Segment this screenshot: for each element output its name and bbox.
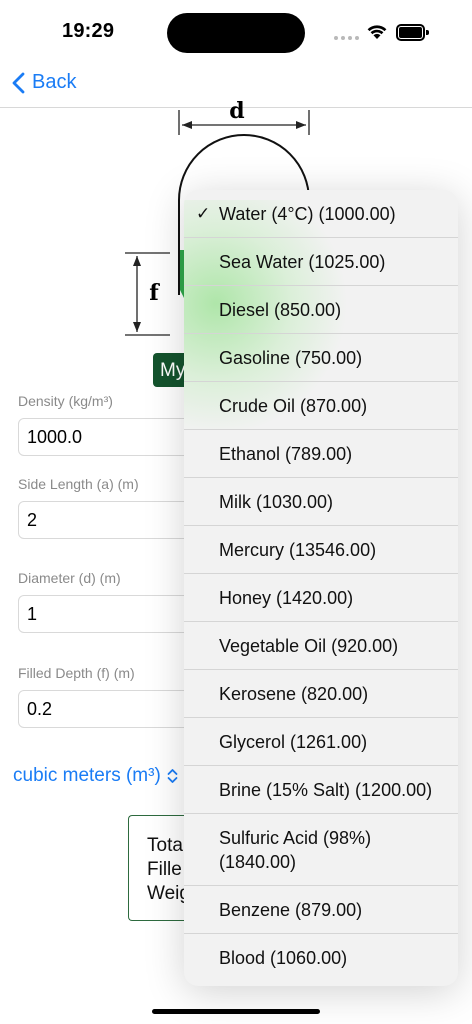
side-length-label: Side Length (a) (m): [18, 476, 139, 492]
units-label: cubic meters (m³): [13, 765, 161, 786]
menu-item-label: Sea Water (1025.00): [219, 251, 386, 272]
back-label: Back: [32, 71, 77, 93]
battery-icon: [396, 24, 429, 41]
checkmark-icon: ✓: [196, 203, 211, 223]
filled-depth-label: Filled Depth (f) (m): [18, 665, 135, 681]
diagram-label-f: f: [149, 280, 160, 306]
menu-item[interactable]: Sulfuric Acid (98%) (1840.00): [184, 814, 458, 886]
menu-item[interactable]: Brine (15% Salt) (1200.00): [184, 766, 458, 814]
back-button[interactable]: Back: [12, 71, 76, 94]
diagram-label-d: d: [229, 100, 244, 124]
menu-item-label: Brine (15% Salt) (1200.00): [219, 779, 433, 800]
menu-item-label: Diesel (850.00): [219, 299, 342, 320]
dynamic-island: [167, 13, 305, 53]
menu-item[interactable]: Benzene (879.00): [184, 886, 458, 934]
menu-item[interactable]: Milk (1030.00): [184, 478, 458, 526]
menu-item[interactable]: Sea Water (1025.00): [184, 238, 458, 286]
status-time: 19:29: [62, 20, 115, 42]
menu-item[interactable]: Kerosene (820.00): [184, 670, 458, 718]
menu-item[interactable]: Mercury (13546.00): [184, 526, 458, 574]
menu-item-label: Gasoline (750.00): [219, 347, 363, 368]
my-button-label: My: [160, 360, 186, 381]
cellular-signal-icon: [334, 36, 360, 42]
diameter-label: Diameter (d) (m): [18, 570, 121, 586]
menu-item[interactable]: Blood (1060.00): [184, 934, 458, 982]
menu-item-label: Crude Oil (870.00): [219, 395, 368, 416]
menu-item[interactable]: Glycerol (1261.00): [184, 718, 458, 766]
menu-item[interactable]: Ethanol (789.00): [184, 430, 458, 478]
menu-item[interactable]: Gasoline (750.00): [184, 334, 458, 382]
menu-item[interactable]: ✓ Water (4°C) (1000.00): [184, 190, 458, 238]
menu-item[interactable]: Vegetable Oil (920.00): [184, 622, 458, 670]
menu-item-label: Blood (1060.00): [219, 948, 348, 968]
menu-item[interactable]: Diesel (850.00): [184, 286, 458, 334]
menu-item-label: Water (4°C) (1000.00): [219, 203, 396, 224]
home-indicator: [152, 1009, 320, 1014]
menu-item-label: Honey (1420.00): [219, 587, 354, 608]
menu-item-label: Vegetable Oil (920.00): [219, 635, 399, 656]
menu-item-label: Mercury (13546.00): [219, 539, 377, 560]
wifi-icon: [367, 25, 387, 39]
menu-item-label: Glycerol (1261.00): [219, 731, 368, 752]
menu-item-label: Ethanol (789.00): [219, 443, 353, 464]
chevron-up-down-icon: [167, 769, 178, 783]
density-label: Density (kg/m³): [18, 393, 113, 409]
chevron-left-icon: [12, 72, 25, 93]
menu-item-label: Milk (1030.00): [219, 491, 334, 512]
fluid-dropdown-menu: ✓ Water (4°C) (1000.00) Sea Water (1025.00…: [184, 190, 458, 986]
status-bar: 19:29: [0, 0, 472, 62]
menu-item[interactable]: Crude Oil (870.00): [184, 382, 458, 430]
menu-item-label: Kerosene (820.00): [219, 683, 369, 704]
menu-item-label: Sulfuric Acid (98%) (1840.00): [219, 827, 372, 872]
units-selector[interactable]: cubic meters (m³): [13, 765, 178, 787]
menu-item-label: Benzene (879.00): [219, 899, 363, 920]
menu-item[interactable]: Honey (1420.00): [184, 574, 458, 622]
